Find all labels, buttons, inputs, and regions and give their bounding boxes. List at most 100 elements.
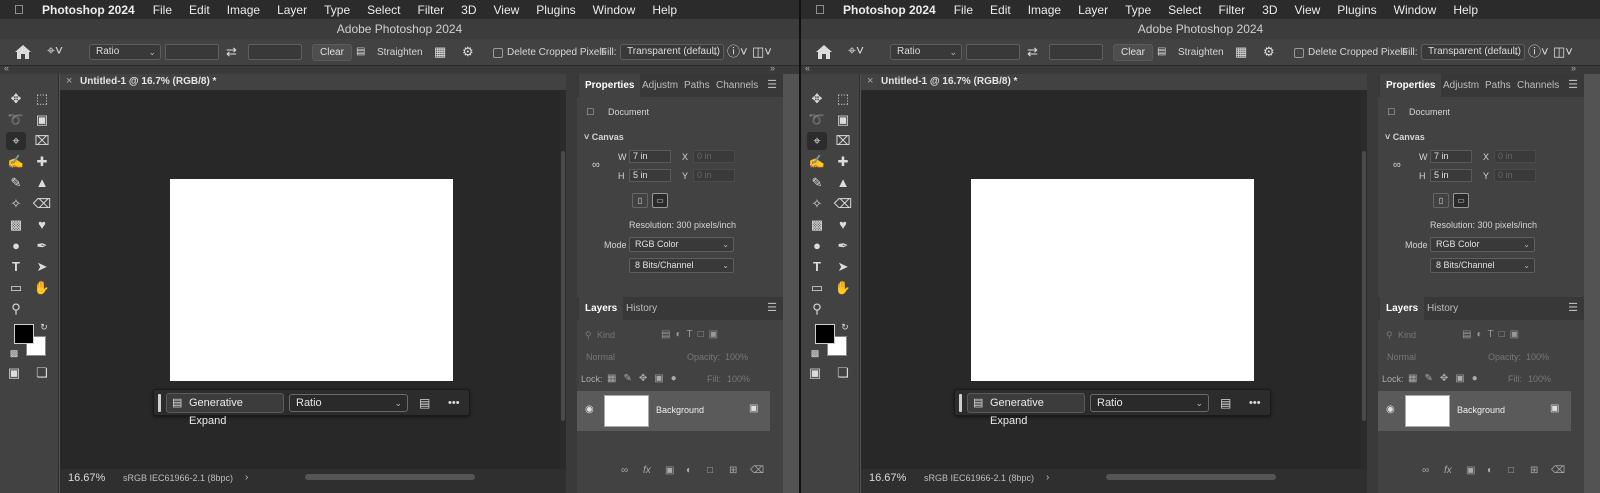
scrollbar-thumb[interactable] xyxy=(561,151,565,421)
screen-mode-icon[interactable]: ❏ xyxy=(32,364,52,382)
quick-mask-icon[interactable]: ▣ xyxy=(805,364,825,382)
grid-icon[interactable]: ▦ xyxy=(434,44,446,60)
pen-tool-icon[interactable]: ✒ xyxy=(833,237,853,255)
hand-tool-icon[interactable]: ✋ xyxy=(32,279,52,297)
apple-icon[interactable]:  xyxy=(815,2,831,17)
help-icon[interactable]: ⓘ˅ xyxy=(1528,44,1549,60)
blur-tool-icon[interactable]: ♥ xyxy=(833,216,853,234)
eraser-tool-icon[interactable]: ⌫ xyxy=(833,195,853,213)
pen-tool-icon[interactable]: ✒ xyxy=(32,237,52,255)
eraser-tool-icon[interactable]: ⌫ xyxy=(32,195,52,213)
tab-layers[interactable]: Layers xyxy=(579,297,624,320)
lasso-tool-icon[interactable]: ➰ xyxy=(6,111,26,129)
ratio-dropdown[interactable]: Ratio ⌄ xyxy=(289,394,408,412)
blur-tool-icon[interactable]: ♥ xyxy=(32,216,52,234)
brush-tool-icon[interactable]: ✎ xyxy=(6,174,26,192)
blend-mode-select[interactable]: Normal xyxy=(1387,352,1416,362)
canvas-section-toggle[interactable]: ˅ Canvas xyxy=(1385,132,1425,142)
tab-history[interactable]: History xyxy=(1427,303,1458,314)
hand-tool-icon[interactable]: ✋ xyxy=(833,279,853,297)
opacity-value[interactable]: 100% xyxy=(725,352,748,362)
delete-cropped-checkbox[interactable] xyxy=(1294,48,1304,58)
fx-icon[interactable]: fx xyxy=(643,465,651,476)
quick-mask-icon[interactable]: ▣ xyxy=(4,364,24,382)
home-icon[interactable] xyxy=(815,44,833,60)
lasso-tool-icon[interactable]: ➰ xyxy=(807,111,827,129)
panel-toggle-icon[interactable]: ◫˅ xyxy=(752,44,772,60)
ratio-select[interactable]: Ratio ⌄ xyxy=(89,44,161,60)
chevron-right-icon[interactable]: › xyxy=(1046,472,1049,483)
canvas-height-field[interactable]: 5 in xyxy=(629,169,671,182)
more-options-button[interactable]: ••• xyxy=(1249,394,1261,412)
canvas-y-field[interactable]: 0 in xyxy=(1494,169,1536,182)
new-group-icon[interactable]: □ xyxy=(1508,465,1514,476)
link-icon[interactable]: ∞ xyxy=(1393,159,1401,171)
home-icon[interactable] xyxy=(14,44,32,60)
menu-help[interactable]: Help xyxy=(652,3,677,17)
document-canvas[interactable] xyxy=(971,179,1254,381)
zoom-tool-icon[interactable]: ⚲ xyxy=(6,300,26,318)
canvas-y-field[interactable]: 0 in xyxy=(693,169,735,182)
tab-properties[interactable]: Properties xyxy=(1380,74,1442,97)
panel-menu-icon[interactable]: ☰ xyxy=(1568,78,1578,91)
menu-edit[interactable]: Edit xyxy=(189,3,210,17)
clear-button[interactable]: Clear xyxy=(312,44,352,61)
crop-tool-icon[interactable]: ⌖ xyxy=(807,132,827,150)
adjustment-layer-icon[interactable]: ◐ xyxy=(686,465,692,476)
collapse-left-icon[interactable]: « xyxy=(805,63,810,73)
canvas-width-field[interactable]: 7 in xyxy=(1430,150,1472,163)
height-field[interactable] xyxy=(1049,44,1103,60)
landscape-orientation-icon[interactable]: ▭ xyxy=(652,193,668,208)
history-brush-tool-icon[interactable]: ✧ xyxy=(6,195,26,213)
gear-icon[interactable]: ⚙ xyxy=(462,44,474,60)
healing-brush-tool-icon[interactable]: ✚ xyxy=(833,153,853,171)
foreground-color-swatch[interactable] xyxy=(815,324,835,344)
bit-depth-select[interactable]: 8 Bits/Channel ⌄ xyxy=(1430,258,1535,273)
fill-value[interactable]: 100% xyxy=(1528,374,1551,384)
dodge-tool-icon[interactable]: ● xyxy=(6,237,26,255)
crop-icon[interactable]: ⌖˅ xyxy=(848,42,864,59)
screen-mode-icon[interactable]: ❏ xyxy=(833,364,853,382)
menu-select[interactable]: Select xyxy=(1168,3,1201,17)
foreground-color-swatch[interactable] xyxy=(14,324,34,344)
add-mask-icon[interactable]: ▣ xyxy=(665,465,674,476)
swap-icon[interactable]: ⇄ xyxy=(226,44,237,60)
object-select-tool-icon[interactable]: ▣ xyxy=(32,111,52,129)
link-layers-icon[interactable]: ∞ xyxy=(621,465,628,476)
generative-expand-button[interactable]: ▤ Generative Expand xyxy=(967,393,1085,427)
eyedropper-tool-icon[interactable]: ✍ xyxy=(807,153,827,171)
swap-icon[interactable]: ⇄ xyxy=(1027,44,1038,60)
adjustment-layer-icon[interactable]: ◐ xyxy=(1487,465,1493,476)
tab-properties[interactable]: Properties xyxy=(579,74,641,97)
type-tool-icon[interactable]: T xyxy=(6,258,26,276)
straighten-icon[interactable]: ▤ xyxy=(1220,394,1231,412)
width-field[interactable] xyxy=(165,44,219,60)
gradient-tool-icon[interactable]: ▩ xyxy=(807,216,827,234)
layer-filter-icons[interactable]: ▤◐T□▣ xyxy=(1462,329,1524,340)
menu-layer[interactable]: Layer xyxy=(1078,3,1108,17)
tab-paths[interactable]: Paths xyxy=(1485,80,1511,91)
new-layer-icon[interactable]: ⊞ xyxy=(729,465,737,476)
menu-view[interactable]: View xyxy=(494,3,520,17)
marquee-tool-icon[interactable]: ⬚ xyxy=(833,90,853,108)
collapse-left-icon[interactable]: « xyxy=(4,63,9,73)
panel-menu-icon[interactable]: ☰ xyxy=(767,301,777,314)
layer-row-background[interactable]: ◉ Background ▣ xyxy=(577,391,770,431)
collapse-right-icon[interactable]: » xyxy=(770,63,775,73)
object-select-tool-icon[interactable]: ▣ xyxy=(833,111,853,129)
menu-type[interactable]: Type xyxy=(324,3,350,17)
crop-tool-icon[interactable]: ⌖ xyxy=(6,132,26,150)
scrollbar-thumb[interactable] xyxy=(1362,151,1366,421)
document-tab[interactable]: × Untitled-1 @ 16.7% (RGB/8) * xyxy=(60,74,566,91)
fx-icon[interactable]: fx xyxy=(1444,465,1452,476)
history-brush-tool-icon[interactable]: ✧ xyxy=(807,195,827,213)
filter-kind[interactable]: Kind xyxy=(597,330,615,340)
menu-photoshop[interactable]: Photoshop 2024 xyxy=(843,3,936,17)
trash-icon[interactable]: ⌫ xyxy=(750,465,764,476)
menu-image[interactable]: Image xyxy=(227,3,260,17)
zoom-level[interactable]: 16.67% xyxy=(869,472,906,484)
help-icon[interactable]: ⓘ˅ xyxy=(727,44,748,60)
ratio-select[interactable]: Ratio ⌄ xyxy=(890,44,962,60)
straighten-icon[interactable]: ▤ xyxy=(356,44,365,60)
frame-tool-icon[interactable]: ⌧ xyxy=(32,132,52,150)
